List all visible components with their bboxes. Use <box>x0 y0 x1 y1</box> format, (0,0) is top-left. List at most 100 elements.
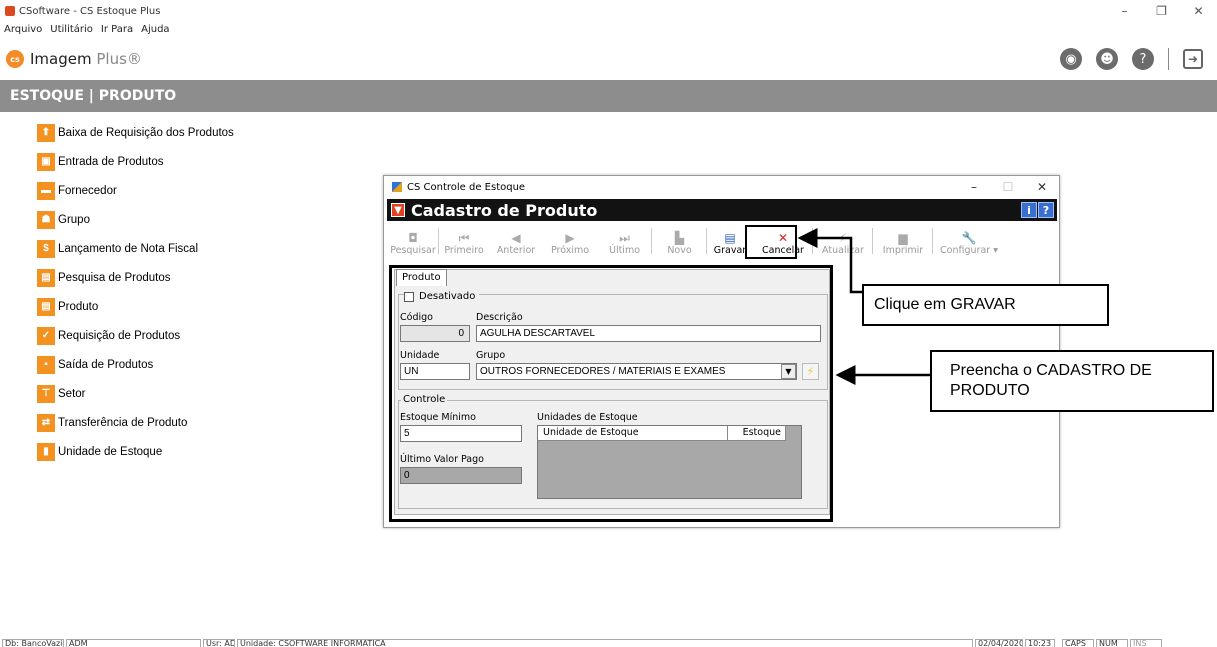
menu-ajuda[interactable]: Ajuda <box>141 24 169 38</box>
controle-label: Controle <box>401 394 448 405</box>
logout-icon[interactable]: ➜ <box>1183 49 1203 69</box>
atualizar-button[interactable]: ⚡ Atualizar <box>813 224 873 258</box>
menu-item-nota-fiscal[interactable]: $ Lançamento de Nota Fiscal <box>37 234 234 263</box>
anterior-button[interactable]: ◀ Anterior <box>489 224 543 258</box>
status-usr: Usr: ADM <box>203 639 235 647</box>
save-icon: ▤ <box>724 231 736 245</box>
check-icon: ✓ <box>37 326 55 345</box>
proximo-button[interactable]: ▶ Próximo <box>543 224 597 258</box>
first-icon: ⏮ <box>458 231 470 245</box>
callout-gravar: Clique em GRAVAR <box>862 284 1109 326</box>
group-icon: ☗ <box>37 210 55 229</box>
unit-icon: ▮ <box>37 442 55 461</box>
box-out-icon: ▪ <box>37 355 55 374</box>
next-icon: ▶ <box>565 231 575 245</box>
info-button[interactable]: i <box>1021 202 1037 218</box>
database-icon: ▤ <box>37 297 55 316</box>
menu-item-requisicao-produtos[interactable]: ✓ Requisição de Produtos <box>37 321 234 350</box>
menu-ir-para[interactable]: Ir Para <box>101 24 133 38</box>
menu-item-pesquisa-produtos[interactable]: ▤ Pesquisa de Produtos <box>37 263 234 292</box>
unidades-estoque-label: Unidades de Estoque <box>537 412 638 423</box>
dialog-close-button[interactable]: ✕ <box>1025 176 1059 198</box>
ultimo-button[interactable]: ⏭ Último <box>597 224 652 258</box>
dialog-minimize-button[interactable]: – <box>957 176 991 198</box>
divider <box>1168 48 1169 70</box>
status-unidade: Unidade: CSOFTWARE INFORMATICA <box>237 639 973 647</box>
unidades-estoque-grid[interactable]: Unidade de Estoque Estoque <box>537 425 802 499</box>
restore-button[interactable]: ❐ <box>1143 0 1180 22</box>
desativado-label: Desativado <box>419 291 476 302</box>
grid-header-estoque[interactable]: Estoque <box>728 426 786 441</box>
desativado-checkbox[interactable] <box>404 291 414 302</box>
unidade-label: Unidade <box>400 350 440 361</box>
brand-bar: cs Imagem Plus® ◉ ☻ ? ➜ <box>0 44 1217 74</box>
app-icon <box>5 6 15 16</box>
brand-name: Imagem Plus® <box>30 50 142 68</box>
help-icon[interactable]: ? <box>1132 48 1154 70</box>
dialog-maximize-button[interactable]: ☐ <box>991 176 1025 198</box>
configurar-button[interactable]: 🔧 Configurar ▾ <box>933 224 1005 258</box>
desativado-checkbox-row[interactable]: Desativado <box>404 291 480 302</box>
grupo-label: Grupo <box>476 350 506 361</box>
estoque-minimo-label: Estoque Mínimo <box>400 412 476 423</box>
menu-item-setor[interactable]: ⊤ Setor <box>37 379 234 408</box>
dollar-icon: $ <box>37 239 55 258</box>
box-in-icon: ▣ <box>37 152 55 171</box>
upload-box-icon: ⬆ <box>37 123 55 142</box>
prev-icon: ◀ <box>511 231 521 245</box>
left-menu: ⬆ Baixa de Requisição dos Produtos ▣ Entra… <box>37 118 234 466</box>
close-button[interactable]: ✕ <box>1180 0 1217 22</box>
minimize-button[interactable]: – <box>1106 0 1143 22</box>
menu-item-saida-produtos[interactable]: ▪ Saída de Produtos <box>37 350 234 379</box>
brand-logo: cs <box>6 50 24 68</box>
lightning-icon[interactable]: ⚡ <box>802 363 819 380</box>
ultimo-valor-field: 0 <box>400 467 522 484</box>
estoque-minimo-field[interactable]: 5 <box>400 425 522 442</box>
chevron-down-icon[interactable]: ▼ <box>781 364 796 379</box>
menu-item-entrada-produtos[interactable]: ▣ Entrada de Produtos <box>37 147 234 176</box>
status-num: NUM <box>1096 639 1128 647</box>
ultimo-valor-label: Último Valor Pago <box>400 454 484 465</box>
dialog-header-title: Cadastro de Produto <box>411 200 598 220</box>
status-db: Db: BancoVazio <box>2 639 64 647</box>
menu-utilitario[interactable]: Utilitário <box>50 24 93 38</box>
menu-item-unidade-estoque[interactable]: ▮ Unidade de Estoque <box>37 437 234 466</box>
menu-item-grupo[interactable]: ☗ Grupo <box>37 205 234 234</box>
module-header: ESTOQUE | PRODUTO <box>0 80 1217 112</box>
tab-produto[interactable]: Produto <box>396 269 447 286</box>
status-date: 02/04/2020 <box>975 639 1023 647</box>
globe-icon[interactable]: ◉ <box>1060 48 1082 70</box>
dialog-app-icon <box>392 182 402 192</box>
pesquisar-button[interactable]: ◘ Pesquisar <box>387 224 439 258</box>
descricao-label: Descrição <box>476 312 523 323</box>
unidade-field[interactable]: UN <box>400 363 470 380</box>
dialog-toolbar: ◘ Pesquisar ⏮ Primeiro ◀ Anterior ▶ Próximo … <box>387 224 1057 258</box>
imprimir-button[interactable]: ▆ Imprimir <box>873 224 933 258</box>
menu-item-fornecedor[interactable]: ▬ Fornecedor <box>37 176 234 205</box>
refresh-icon: ⚡ <box>838 231 848 245</box>
status-ins: INS <box>1130 639 1162 647</box>
database-icon: ▤ <box>37 268 55 287</box>
descricao-field[interactable]: AGULHA DESCARTAVEL <box>476 325 821 342</box>
status-user-short: ADM <box>66 639 201 647</box>
dialog-header: ▼ Cadastro de Produto i ? <box>387 199 1057 221</box>
window-title: CSoftware - CS Estoque Plus <box>19 5 161 17</box>
wrench-icon: 🔧 <box>961 231 977 245</box>
novo-button[interactable]: ▙ Novo <box>652 224 707 258</box>
status-bar: Db: BancoVazio ADM Usr: ADM Unidade: CSO… <box>0 639 1217 647</box>
grid-header-unidade[interactable]: Unidade de Estoque <box>538 426 728 441</box>
primeiro-button[interactable]: ⏮ Primeiro <box>439 224 489 258</box>
truck-icon: ▬ <box>37 181 55 200</box>
menu-item-baixa-requisicao[interactable]: ⬆ Baixa de Requisição dos Produtos <box>37 118 234 147</box>
binoculars-icon: ◘ <box>408 231 418 245</box>
gravar-highlight-box <box>745 225 797 259</box>
grupo-select[interactable]: OUTROS FORNECEDORES / MATERIAIS E EXAMES <box>476 363 797 380</box>
status-time: 10:23 <box>1025 639 1055 647</box>
menu-item-produto[interactable]: ▤ Produto <box>37 292 234 321</box>
support-agent-icon[interactable]: ☻ <box>1096 48 1118 70</box>
help-button[interactable]: ? <box>1038 202 1054 218</box>
menu-item-transferencia[interactable]: ⇄ Transferência de Produto <box>37 408 234 437</box>
form-icon: ▼ <box>391 203 405 217</box>
print-icon: ▆ <box>898 231 908 245</box>
menu-arquivo[interactable]: Arquivo <box>4 24 42 38</box>
